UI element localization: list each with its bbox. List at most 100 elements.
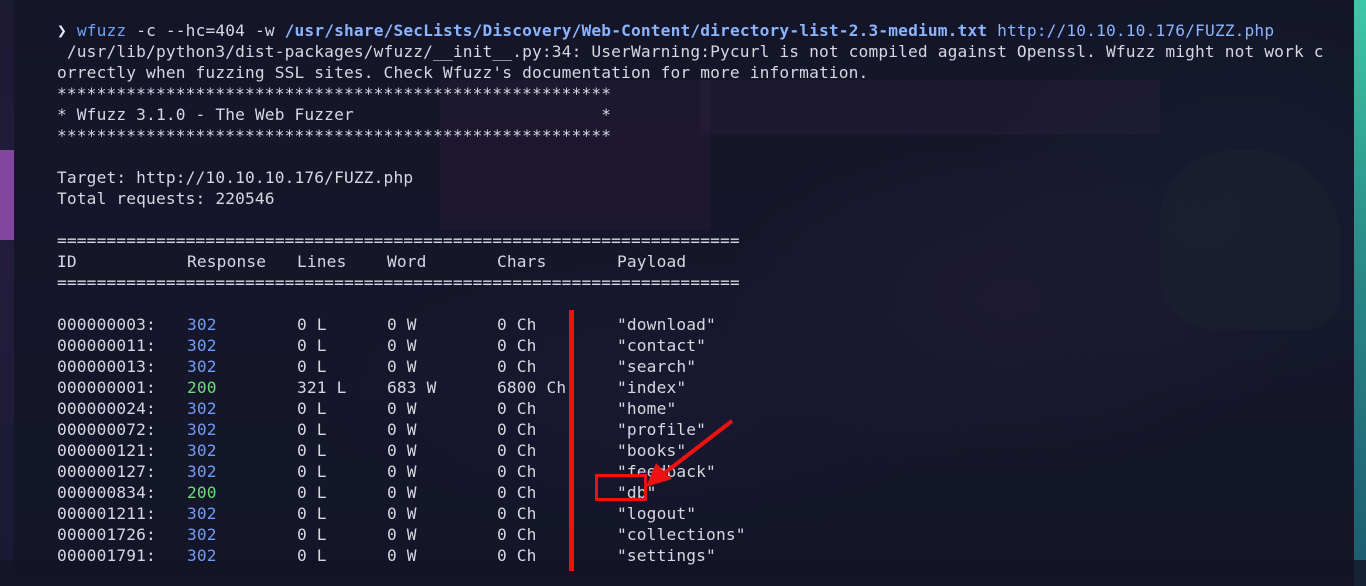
- command-program: wfuzz: [76, 21, 127, 40]
- row-lines: 0 L: [297, 336, 327, 355]
- row-id: 000000013:: [57, 357, 156, 376]
- row-id: 000000127:: [57, 462, 156, 481]
- row-word: 0 W: [387, 462, 417, 481]
- row-response: 302: [187, 546, 217, 565]
- table-row: 000000001: 200 321 L 683 W 6800 Ch "index": [57, 377, 857, 398]
- row-word: 0 W: [387, 336, 417, 355]
- row-lines: 0 L: [297, 315, 327, 334]
- row-word: 0 W: [387, 399, 417, 418]
- banner-stars-bottom: ****************************************…: [57, 126, 612, 145]
- table-row: 000001726: 302 0 L 0 W 0 Ch "collections": [57, 524, 857, 545]
- row-word: 0 W: [387, 315, 417, 334]
- row-response: 302: [187, 336, 217, 355]
- row-response: 302: [187, 315, 217, 334]
- row-id: 000000121:: [57, 441, 156, 460]
- row-lines: 321 L: [297, 378, 347, 397]
- row-word: 0 W: [387, 525, 417, 544]
- separator-bottom: ========================================…: [57, 273, 740, 292]
- row-chars: 0 Ch: [497, 357, 537, 376]
- warning-line-2: orrectly when fuzzing SSL sites. Check W…: [57, 63, 869, 82]
- row-response: 200: [187, 483, 217, 502]
- header-word: Word: [387, 252, 427, 271]
- header-id: ID: [57, 252, 77, 271]
- wallpaper-shape: [0, 150, 14, 240]
- row-id: 000000011:: [57, 336, 156, 355]
- table-row: 000000011: 302 0 L 0 W 0 Ch "contact": [57, 335, 857, 356]
- warning-line-1: /usr/lib/python3/dist-packages/wfuzz/__i…: [57, 42, 1324, 61]
- row-id: 000000003:: [57, 315, 156, 334]
- row-payload: "search": [617, 357, 697, 376]
- row-chars: 0 Ch: [497, 399, 537, 418]
- row-response: 302: [187, 399, 217, 418]
- annotation-arrow-icon: [646, 419, 734, 487]
- row-response: 302: [187, 504, 217, 523]
- header-chars: Chars: [497, 252, 547, 271]
- row-response: 302: [187, 462, 217, 481]
- row-id: 000000001:: [57, 378, 156, 397]
- command-wordlist: /usr/share/SecLists/Discovery/Web-Conten…: [284, 21, 988, 40]
- total-requests: Total requests: 220546: [57, 189, 275, 208]
- row-id: 000000834:: [57, 483, 156, 502]
- row-payload: "index": [617, 378, 687, 397]
- row-lines: 0 L: [297, 399, 327, 418]
- results-header: ID Response Lines Word Chars Payload: [57, 251, 857, 272]
- row-payload: "download": [617, 315, 716, 334]
- row-word: 0 W: [387, 504, 417, 523]
- header-payload: Payload: [617, 252, 687, 271]
- row-chars: 6800 Ch: [497, 378, 567, 397]
- row-chars: 0 Ch: [497, 420, 537, 439]
- row-id: 000000024:: [57, 399, 156, 418]
- row-chars: 0 Ch: [497, 483, 537, 502]
- row-chars: 0 Ch: [497, 315, 537, 334]
- row-word: 683 W: [387, 378, 437, 397]
- row-payload: "logout": [617, 504, 697, 523]
- row-payload: "contact": [617, 336, 707, 355]
- row-chars: 0 Ch: [497, 462, 537, 481]
- row-response: 302: [187, 420, 217, 439]
- separator-top: ========================================…: [57, 231, 740, 250]
- row-response: 302: [187, 525, 217, 544]
- row-id: 000000072:: [57, 420, 156, 439]
- row-word: 0 W: [387, 420, 417, 439]
- command-line[interactable]: ❯ wfuzz -c --hc=404 -w /usr/share/SecLis…: [57, 20, 1274, 41]
- banner-stars-top: ****************************************…: [57, 84, 612, 103]
- row-id: 000001791:: [57, 546, 156, 565]
- table-row: 000000003: 302 0 L 0 W 0 Ch "download": [57, 314, 857, 335]
- row-chars: 0 Ch: [497, 336, 537, 355]
- row-lines: 0 L: [297, 504, 327, 523]
- table-row: 000000013: 302 0 L 0 W 0 Ch "search": [57, 356, 857, 377]
- table-row: 000001211: 302 0 L 0 W 0 Ch "logout": [57, 503, 857, 524]
- annotation-red-line: [569, 310, 574, 571]
- row-chars: 0 Ch: [497, 525, 537, 544]
- row-response: 200: [187, 378, 217, 397]
- wallpaper-shape: [1354, 0, 1366, 586]
- row-lines: 0 L: [297, 462, 327, 481]
- row-id: 000001726:: [57, 525, 156, 544]
- row-chars: 0 Ch: [497, 546, 537, 565]
- target-line: Target: http://10.10.10.176/FUZZ.php: [57, 168, 414, 187]
- row-chars: 0 Ch: [497, 504, 537, 523]
- row-lines: 0 L: [297, 546, 327, 565]
- header-lines: Lines: [297, 252, 347, 271]
- row-lines: 0 L: [297, 441, 327, 460]
- row-lines: 0 L: [297, 420, 327, 439]
- row-payload: "settings": [617, 546, 716, 565]
- row-word: 0 W: [387, 546, 417, 565]
- row-word: 0 W: [387, 441, 417, 460]
- row-lines: 0 L: [297, 357, 327, 376]
- row-lines: 0 L: [297, 483, 327, 502]
- command-url: http://10.10.10.176/FUZZ.php: [987, 21, 1275, 40]
- row-chars: 0 Ch: [497, 441, 537, 460]
- row-response: 302: [187, 357, 217, 376]
- row-word: 0 W: [387, 357, 417, 376]
- row-payload: "collections": [617, 525, 746, 544]
- prompt-arrow-icon: ❯: [57, 21, 67, 40]
- row-word: 0 W: [387, 483, 417, 502]
- row-lines: 0 L: [297, 525, 327, 544]
- row-id: 000001211:: [57, 504, 156, 523]
- row-response: 302: [187, 441, 217, 460]
- header-response: Response: [187, 252, 267, 271]
- table-row: 000001791: 302 0 L 0 W 0 Ch "settings": [57, 545, 857, 566]
- banner-title: * Wfuzz 3.1.0 - The Web Fuzzer *: [57, 105, 612, 124]
- command-flags: -c --hc=404 -w: [126, 21, 285, 40]
